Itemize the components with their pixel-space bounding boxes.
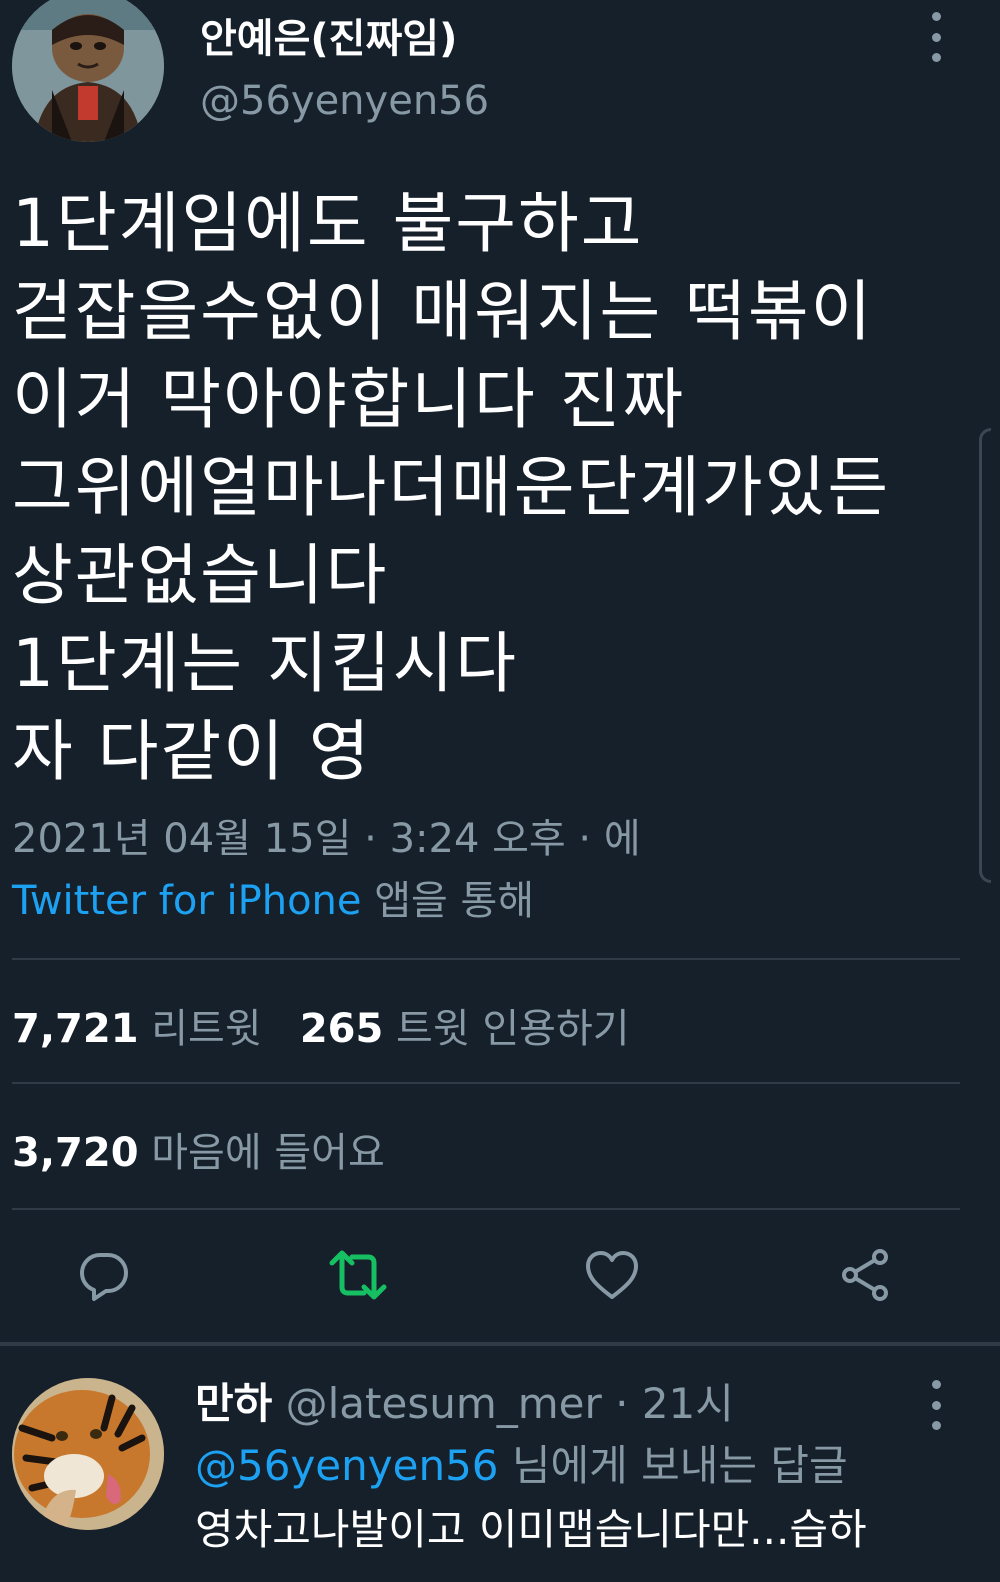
source-app-link[interactable]: Twitter for iPhone xyxy=(12,878,362,924)
share-icon xyxy=(842,1249,888,1301)
quotes-stat[interactable]: 265 트윗 인용하기 xyxy=(300,1006,630,1052)
quotes-count: 265 xyxy=(299,1006,384,1052)
heart-icon xyxy=(586,1251,638,1299)
tweet-text-line: 걷잡을수없이 매워지는 떡볶이 xyxy=(12,273,874,350)
retweet-stats-row: 7,721 리트윗 265 트윗 인용하기 xyxy=(12,996,630,1054)
reply-to-line: @56yenyen56 님에게 보내는 답글 xyxy=(195,1432,848,1493)
reply-text: 영차고나발이고 이미맵습니다만...습하 xyxy=(195,1505,867,1554)
retweets-label: 리트윗 xyxy=(151,1006,262,1052)
quotes-label: 트윗 인용하기 xyxy=(396,1006,630,1052)
tweet-text-line: 상관없습니다 xyxy=(12,537,389,614)
tweet-action-bar xyxy=(0,1230,1000,1320)
author-display-name[interactable]: 안예은(진짜임) xyxy=(200,6,457,64)
tweet-meta: 2021년 04월 15일 · 3:24 오후 · 에 Twitter for … xyxy=(12,808,641,932)
source-suffix: 앱을 통해 xyxy=(361,878,535,924)
reply-icon xyxy=(80,1253,128,1301)
tweet-detail-screen: 안예은(진짜임) @56yenyen56 1단계임에도 불구하고 걷잡을수없이 … xyxy=(0,0,1000,1582)
tweet-text-line: 1단계는 지킵시다 xyxy=(12,625,519,702)
more-vertical-icon[interactable] xyxy=(926,12,946,62)
tweet-text-line: 자 다같이 영 xyxy=(12,713,372,790)
reply-mention-link[interactable]: @56yenyen56 xyxy=(195,1441,499,1490)
tweet-source: Twitter for iPhone 앱을 통해 xyxy=(12,870,641,932)
divider xyxy=(12,1082,960,1084)
retweet-icon xyxy=(329,1250,387,1300)
tweet-text-line: 1단계임에도 불구하고 xyxy=(12,185,644,262)
author-handle[interactable]: @56yenyen56 xyxy=(200,78,489,124)
like-button[interactable] xyxy=(572,1230,652,1320)
reply-author-avatar[interactable] xyxy=(12,1378,164,1530)
reply-display-name[interactable]: 만하 xyxy=(195,1379,272,1428)
retweets-count: 7,721 xyxy=(12,1006,139,1052)
more-vertical-icon[interactable] xyxy=(926,1380,946,1430)
section-divider xyxy=(0,1342,1000,1346)
likes-label: 마음에 들어요 xyxy=(151,1130,385,1176)
likes-stats-row: 3,720 마음에 들어요 xyxy=(12,1120,385,1178)
reply-to-suffix: 님에게 보내는 답글 xyxy=(498,1441,848,1490)
divider xyxy=(12,1208,960,1210)
reply-button[interactable] xyxy=(64,1230,144,1320)
tweet-timestamp[interactable]: 2021년 04월 15일 · 3:24 오후 · 에 xyxy=(12,808,641,870)
tweet-text-line: 이거 막아야합니다 진짜 xyxy=(12,361,686,438)
reply-handle-time[interactable]: @latesum_mer · 21시 xyxy=(272,1379,734,1428)
likes-stat[interactable]: 3,720 마음에 들어요 xyxy=(12,1130,385,1176)
tweet-text-line: 그위에얼마나더매운단계가있든 xyxy=(12,449,891,526)
scrollbar[interactable] xyxy=(979,428,991,883)
reply-header: 만하 @latesum_mer · 21시 xyxy=(195,1370,734,1431)
tweet-text: 1단계임에도 불구하고 걷잡을수없이 매워지는 떡볶이 이거 막아야합니다 진짜… xyxy=(12,180,952,796)
retweets-stat[interactable]: 7,721 리트윗 xyxy=(12,1006,262,1052)
likes-count: 3,720 xyxy=(12,1130,139,1176)
retweet-button[interactable] xyxy=(318,1230,398,1320)
author-avatar[interactable] xyxy=(12,0,164,142)
share-button[interactable] xyxy=(826,1230,906,1320)
divider xyxy=(12,958,960,960)
